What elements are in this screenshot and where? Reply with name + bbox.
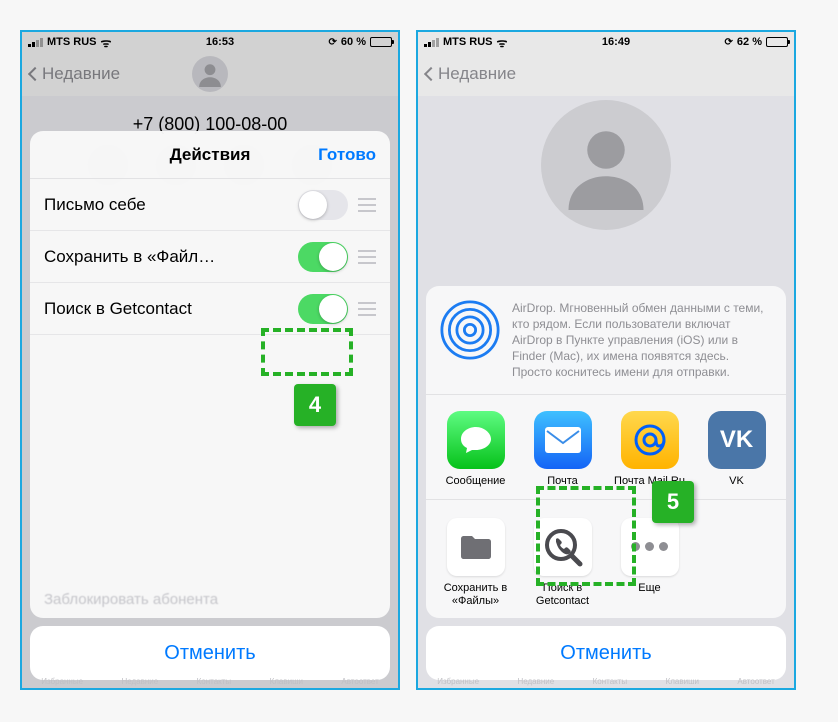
row-label: Письмо себе <box>44 195 298 215</box>
action-label: Еще <box>638 582 660 594</box>
action-row-mail-self: Письмо себе <box>30 179 390 231</box>
toggle-getcontact[interactable] <box>298 294 348 324</box>
callout-5: 5 <box>652 481 694 523</box>
messages-icon <box>447 411 505 469</box>
sheet-header: Действия Готово <box>30 131 390 179</box>
action-label: Сохранить в «Файлы» <box>444 582 508 607</box>
action-getcontact[interactable]: Поиск в Getcontact <box>519 518 606 608</box>
row-label: Поиск в Getcontact <box>44 299 298 319</box>
more-icon <box>621 518 679 576</box>
tabbar-faded: ИзбранныеНедавниеКонтактыКлавишиАвтоотве… <box>22 674 398 688</box>
airdrop-row: AirDrop. Мгновенный обмен данными с теми… <box>426 286 786 396</box>
actions-sheet: Действия Готово Письмо себе Сохранить в … <box>30 131 390 680</box>
getcontact-icon <box>534 518 592 576</box>
cancel-button[interactable]: Отменить <box>426 626 786 680</box>
app-label: Сообщение <box>446 475 506 487</box>
phone-left: MTS RUS ᯤ 16:53 ⟳ 60 % Недавние +7 (800)… <box>20 30 400 690</box>
callout-4: 4 <box>294 384 336 426</box>
share-app-vk[interactable]: VK VK <box>693 411 780 488</box>
action-row-save-files: Сохранить в «Файл… <box>30 231 390 283</box>
share-sheet: AirDrop. Мгновенный обмен данными с теми… <box>426 286 786 681</box>
phone-right: MTS RUS ᯤ 16:49 ⟳ 62 % Недавние <box>416 30 796 690</box>
share-app-mailru[interactable]: Почта Mail.Ru <box>606 411 693 488</box>
action-label: Поиск в Getcontact <box>536 582 589 607</box>
cancel-button[interactable]: Отменить <box>30 626 390 680</box>
share-app-mail[interactable]: Почта <box>519 411 606 488</box>
mail-icon <box>534 411 592 469</box>
share-app-messages[interactable]: Сообщение <box>432 411 519 488</box>
mailru-icon <box>621 411 679 469</box>
row-label: Сохранить в «Файл… <box>44 247 298 267</box>
app-row: Сообщение Почта Почта Mail.Ru VK VK <box>426 395 786 499</box>
drag-handle-icon[interactable] <box>358 302 376 316</box>
airdrop-text: AirDrop. Мгновенный обмен данными с теми… <box>512 300 772 381</box>
sheet-title: Действия <box>170 145 251 165</box>
done-button[interactable]: Готово <box>318 145 376 165</box>
folder-icon <box>447 518 505 576</box>
toggle-mail-self[interactable] <box>298 190 348 220</box>
app-label: VK <box>729 475 744 487</box>
drag-handle-icon[interactable] <box>358 250 376 264</box>
action-row-getcontact: Поиск в Getcontact <box>30 283 390 335</box>
toggle-save-files[interactable] <box>298 242 348 272</box>
faded-text: Заблокировать абонента <box>30 585 390 618</box>
tabbar-faded: ИзбранныеНедавниеКонтактыКлавишиАвтоотве… <box>418 674 794 688</box>
vk-icon: VK <box>708 411 766 469</box>
action-save-files[interactable]: Сохранить в «Файлы» <box>432 518 519 608</box>
drag-handle-icon[interactable] <box>358 198 376 212</box>
airdrop-icon <box>440 300 500 360</box>
app-label: Почта <box>547 475 578 487</box>
action-more[interactable]: Еще <box>606 518 693 608</box>
action-row: Сохранить в «Файлы» Поиск в Getcontact Е… <box>426 500 786 618</box>
